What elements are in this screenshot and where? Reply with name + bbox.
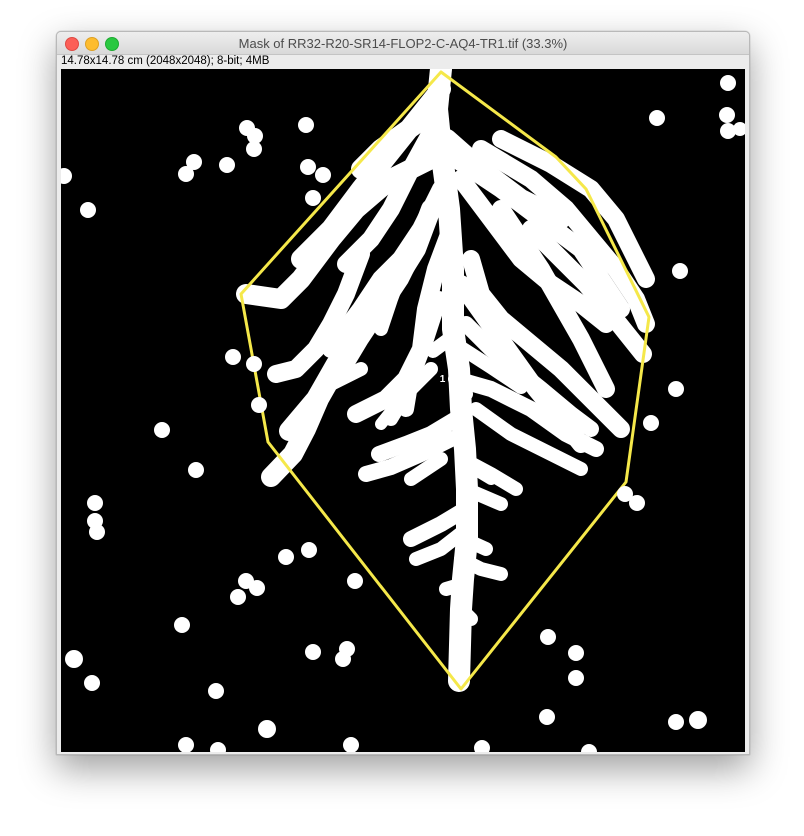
- image-info-bar: 14.78x14.78 cm (2048x2048); 8-bit; 4MB: [61, 55, 270, 67]
- mask-image: 1: [61, 69, 745, 752]
- title-bar[interactable]: Mask of RR32-R20-SR14-FLOP2-C-AQ4-TR1.ti…: [57, 32, 749, 55]
- roi-label: 1: [438, 373, 447, 385]
- image-window[interactable]: Mask of RR32-R20-SR14-FLOP2-C-AQ4-TR1.ti…: [56, 31, 750, 755]
- image-canvas[interactable]: 1: [61, 69, 745, 752]
- roi-label-text: 1: [440, 374, 446, 385]
- window-title: Mask of RR32-R20-SR14-FLOP2-C-AQ4-TR1.ti…: [238, 36, 568, 51]
